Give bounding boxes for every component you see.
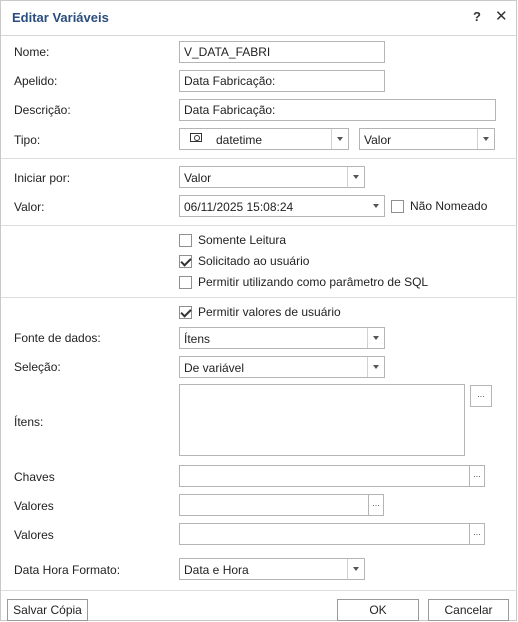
selecao-select[interactable]: De variável xyxy=(179,356,385,378)
iniciar-por-value: Valor xyxy=(184,171,212,185)
somente-leitura-checkbox[interactable] xyxy=(179,234,192,247)
valores-label-2: Valores xyxy=(14,528,54,542)
dialog-title: Editar Variáveis xyxy=(12,10,109,25)
divider xyxy=(1,225,517,226)
chevron-down-icon[interactable] xyxy=(347,167,364,187)
solicitado-checkbox[interactable] xyxy=(179,255,192,268)
chaves-input[interactable] xyxy=(179,465,471,487)
permitir-sql-checkbox[interactable] xyxy=(179,276,192,289)
salvar-copia-button[interactable]: Salvar Cópia xyxy=(7,599,88,621)
chevron-down-icon[interactable] xyxy=(367,328,384,348)
help-icon[interactable]: ? xyxy=(473,9,481,24)
itens-label: Ítens: xyxy=(14,415,44,429)
valor-datetime-picker[interactable]: 06/11/2025 15:08:24 xyxy=(179,195,385,217)
nao-nomeado-checkbox[interactable] xyxy=(391,200,404,213)
valores-browse-button-2[interactable]: ... xyxy=(469,523,485,545)
data-hora-formato-value: Data e Hora xyxy=(184,563,249,577)
permitir-valores-checkbox[interactable] xyxy=(179,306,192,319)
data-hora-formato-select[interactable]: Data e Hora xyxy=(179,558,365,580)
ok-button[interactable]: OK xyxy=(337,599,419,621)
nome-input[interactable]: V_DATA_FABRI xyxy=(179,41,385,63)
itens-textarea[interactable] xyxy=(179,384,465,456)
chevron-down-icon[interactable] xyxy=(347,559,364,579)
somente-leitura-label: Somente Leitura xyxy=(198,233,287,247)
divider xyxy=(1,590,517,591)
datetime-icon xyxy=(190,133,202,142)
edit-variables-dialog: Editar Variáveis ? ✕ Nome: V_DATA_FABRI … xyxy=(0,0,517,621)
nao-nomeado-label: Não Nomeado xyxy=(410,199,488,213)
valor-value: 06/11/2025 15:08:24 xyxy=(184,200,294,214)
chevron-down-icon[interactable] xyxy=(331,129,348,149)
tipo-select-value: datetime xyxy=(216,133,263,147)
divider xyxy=(1,158,517,159)
chaves-label: Chaves xyxy=(14,470,55,484)
tipo-mode-value: Valor xyxy=(364,133,392,147)
apelido-input[interactable]: Data Fabricação: xyxy=(179,70,385,92)
tipo-mode-select[interactable]: Valor xyxy=(359,128,495,150)
iniciar-por-select[interactable]: Valor xyxy=(179,166,365,188)
selecao-label: Seleção: xyxy=(14,360,61,374)
iniciar-por-label: Iniciar por: xyxy=(14,171,71,185)
dialog-titlebar: Editar Variáveis ? ✕ xyxy=(1,1,516,36)
valores-input-2[interactable] xyxy=(179,523,471,545)
fonte-dados-label: Fonte de dados: xyxy=(14,331,101,345)
descricao-input[interactable]: Data Fabricação: xyxy=(179,99,496,121)
data-hora-formato-label: Data Hora Formato: xyxy=(14,563,121,577)
chevron-down-icon[interactable] xyxy=(368,196,384,216)
close-icon[interactable]: ✕ xyxy=(495,7,508,25)
valores-label: Valores xyxy=(14,499,54,513)
divider xyxy=(1,297,517,298)
chevron-down-icon[interactable] xyxy=(477,129,494,149)
permitir-valores-label: Permitir valores de usuário xyxy=(198,305,341,319)
selecao-value: De variável xyxy=(184,361,245,375)
itens-browse-button[interactable]: ... xyxy=(470,385,492,407)
nome-label: Nome: xyxy=(14,45,50,59)
valor-label: Valor: xyxy=(14,200,45,214)
fonte-dados-value: Ítens xyxy=(184,332,211,346)
permitir-sql-label: Permitir utilizando como parâmetro de SQ… xyxy=(198,275,429,289)
valores-input[interactable] xyxy=(179,494,369,516)
tipo-label: Tipo: xyxy=(14,133,41,147)
tipo-select[interactable]: datetime xyxy=(179,128,349,150)
valores-browse-button[interactable]: ... xyxy=(368,494,384,516)
fonte-dados-select[interactable]: Ítens xyxy=(179,327,385,349)
cancelar-button[interactable]: Cancelar xyxy=(428,599,509,621)
chevron-down-icon[interactable] xyxy=(367,357,384,377)
solicitado-label: Solicitado ao usuário xyxy=(198,254,310,268)
chaves-browse-button[interactable]: ... xyxy=(469,465,485,487)
descricao-label: Descrição: xyxy=(14,103,71,117)
apelido-label: Apelido: xyxy=(14,74,58,88)
